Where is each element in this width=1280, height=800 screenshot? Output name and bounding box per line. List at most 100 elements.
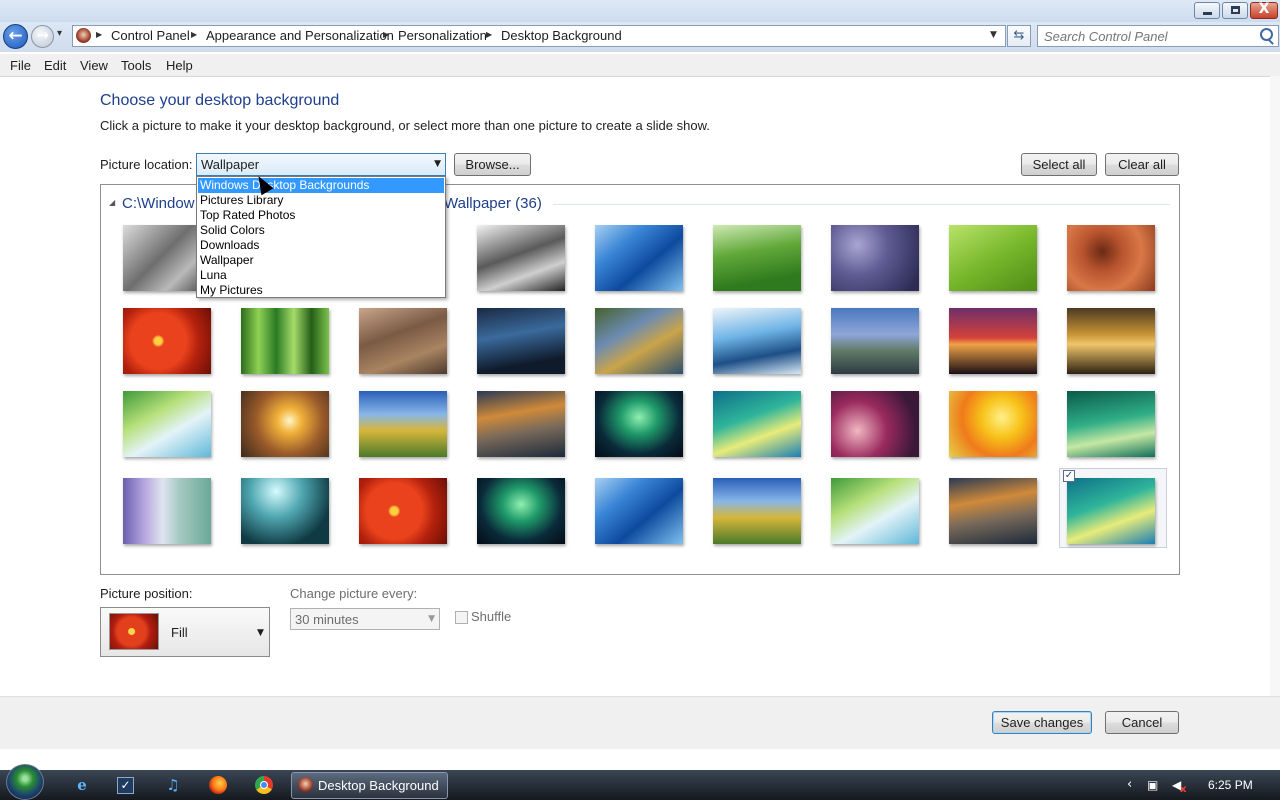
- breadcrumb-separator-icon[interactable]: ▶: [96, 30, 102, 39]
- wallpaper-thumbnail[interactable]: [1067, 308, 1155, 374]
- back-button[interactable]: ←: [3, 24, 28, 49]
- address-dropdown-icon[interactable]: ▼: [990, 30, 997, 40]
- wallpaper-thumbnail[interactable]: [477, 391, 565, 457]
- wallpaper-thumbnail[interactable]: [359, 308, 447, 374]
- wallpaper-thumbnail[interactable]: [1067, 225, 1155, 291]
- wallpaper-thumbnail[interactable]: [831, 308, 919, 374]
- breadcrumb-separator-icon[interactable]: ▶: [383, 30, 389, 39]
- wallpaper-thumbnail[interactable]: [595, 391, 683, 457]
- menu-edit[interactable]: Edit: [44, 58, 66, 73]
- breadcrumb-separator-icon[interactable]: ▶: [191, 30, 197, 39]
- menu-view[interactable]: View: [80, 58, 108, 73]
- wallpaper-thumbnail[interactable]: [1067, 478, 1155, 544]
- cancel-button[interactable]: Cancel: [1105, 711, 1179, 734]
- picture-position-label: Picture position:: [100, 586, 193, 601]
- breadcrumb-appearance[interactable]: Appearance and Personalization: [206, 28, 394, 43]
- picture-location-value: Wallpaper: [201, 157, 260, 172]
- taskbar: [0, 770, 1280, 800]
- maximize-button[interactable]: [1222, 2, 1248, 19]
- recent-pages-dropdown-icon[interactable]: ▾: [57, 28, 62, 39]
- control-panel-icon: [298, 777, 313, 792]
- breadcrumb-desktop-background[interactable]: Desktop Background: [501, 28, 622, 43]
- maximize-icon: [1231, 6, 1240, 14]
- minimize-icon: [1203, 12, 1212, 15]
- option-downloads[interactable]: Downloads: [198, 238, 444, 253]
- wallpaper-thumbnail[interactable]: [477, 308, 565, 374]
- group-title-path[interactable]: C:\Window: [122, 195, 195, 212]
- option-solid-colors[interactable]: Solid Colors: [198, 223, 444, 238]
- picture-location-select[interactable]: Wallpaper ▼: [196, 153, 446, 176]
- wallpaper-thumbnail[interactable]: [477, 225, 565, 291]
- select-all-button[interactable]: Select all: [1021, 153, 1097, 176]
- picture-location-dropdown-list: Windows Desktop Backgrounds Pictures Lib…: [196, 176, 446, 298]
- title-bar: [0, 0, 1280, 22]
- chrome-icon[interactable]: [255, 776, 273, 794]
- option-top-rated-photos[interactable]: Top Rated Photos: [198, 208, 444, 223]
- wallpaper-thumbnail[interactable]: [241, 478, 329, 544]
- thumbnail-checkbox[interactable]: ✓: [1063, 470, 1075, 482]
- browse-button[interactable]: Browse...: [454, 153, 531, 176]
- wallpaper-thumbnail[interactable]: [713, 391, 801, 457]
- menu-tools[interactable]: Tools: [121, 58, 151, 73]
- chevron-down-icon: ▼: [257, 628, 264, 638]
- wallpaper-thumbnail[interactable]: [949, 225, 1037, 291]
- wallpaper-thumbnail[interactable]: [713, 225, 801, 291]
- firefox-icon[interactable]: [209, 776, 227, 794]
- wallpaper-thumbnail[interactable]: [1067, 391, 1155, 457]
- wallpaper-thumbnail[interactable]: [831, 225, 919, 291]
- wallpaper-thumbnail[interactable]: [359, 391, 447, 457]
- wallpaper-thumbnail[interactable]: [949, 308, 1037, 374]
- task-app-icon[interactable]: ✓: [117, 777, 134, 794]
- network-icon[interactable]: ▣: [1147, 778, 1158, 792]
- option-luna[interactable]: Luna: [198, 268, 444, 283]
- collapse-group-icon[interactable]: ◢: [109, 198, 115, 207]
- option-wallpaper[interactable]: Wallpaper: [198, 253, 444, 268]
- refresh-button[interactable]: ⇆: [1007, 25, 1031, 47]
- option-my-pictures[interactable]: My Pictures: [198, 283, 444, 298]
- close-icon: X: [1258, 1, 1270, 17]
- wallpaper-thumbnail[interactable]: [359, 478, 447, 544]
- close-button[interactable]: X: [1250, 1, 1278, 19]
- menu-help[interactable]: Help: [166, 58, 193, 73]
- wallpaper-thumbnail[interactable]: [831, 478, 919, 544]
- wallpaper-thumbnail[interactable]: [123, 478, 211, 544]
- wallpaper-thumbnail[interactable]: [595, 308, 683, 374]
- change-interval-select[interactable]: 30 minutes ▼: [290, 608, 440, 630]
- search-box[interactable]: [1037, 25, 1279, 47]
- minimize-button[interactable]: [1194, 2, 1220, 19]
- system-clock[interactable]: 6:25 PM: [1208, 778, 1253, 792]
- wallpaper-thumbnail[interactable]: [713, 308, 801, 374]
- breadcrumb-separator-icon[interactable]: ▶: [486, 30, 492, 39]
- wallpaper-thumbnail[interactable]: [949, 391, 1037, 457]
- save-changes-button[interactable]: Save changes: [992, 711, 1092, 734]
- wallpaper-thumbnail[interactable]: [595, 225, 683, 291]
- forward-button[interactable]: →: [31, 25, 54, 48]
- group-title-count[interactable]: Wallpaper (36): [444, 195, 542, 212]
- search-input[interactable]: [1044, 28, 1254, 44]
- breadcrumb-control-panel[interactable]: Control Panel: [111, 28, 190, 43]
- wallpaper-thumbnail[interactable]: [831, 391, 919, 457]
- option-pictures-library[interactable]: Pictures Library: [198, 193, 444, 208]
- show-hidden-icons-icon[interactable]: ‹: [1127, 777, 1132, 792]
- internet-explorer-icon[interactable]: e: [72, 775, 92, 795]
- search-icon[interactable]: [1260, 28, 1273, 41]
- scrollbar-track[interactable]: [1270, 76, 1280, 696]
- wallpaper-thumbnail[interactable]: [477, 478, 565, 544]
- wallpaper-thumbnail[interactable]: [595, 478, 683, 544]
- chevron-down-icon: ▼: [434, 159, 441, 169]
- clear-all-button[interactable]: Clear all: [1105, 153, 1179, 176]
- breadcrumb-personalization[interactable]: Personalization: [398, 28, 487, 43]
- menu-file[interactable]: File: [10, 58, 31, 73]
- wallpaper-thumbnail[interactable]: [949, 478, 1037, 544]
- change-interval-value: 30 minutes: [295, 612, 359, 627]
- wallpaper-thumbnail[interactable]: [123, 391, 211, 457]
- wallpaper-thumbnail[interactable]: [123, 308, 211, 374]
- wallpaper-thumbnail[interactable]: [241, 391, 329, 457]
- option-windows-desktop-backgrounds[interactable]: Windows Desktop Backgrounds: [198, 178, 444, 193]
- start-button[interactable]: [6, 764, 44, 800]
- music-player-icon[interactable]: ♫: [163, 775, 183, 795]
- back-arrow-icon: ←: [8, 26, 23, 46]
- wallpaper-thumbnail[interactable]: [713, 478, 801, 544]
- shuffle-checkbox[interactable]: [455, 611, 468, 624]
- wallpaper-thumbnail[interactable]: [241, 308, 329, 374]
